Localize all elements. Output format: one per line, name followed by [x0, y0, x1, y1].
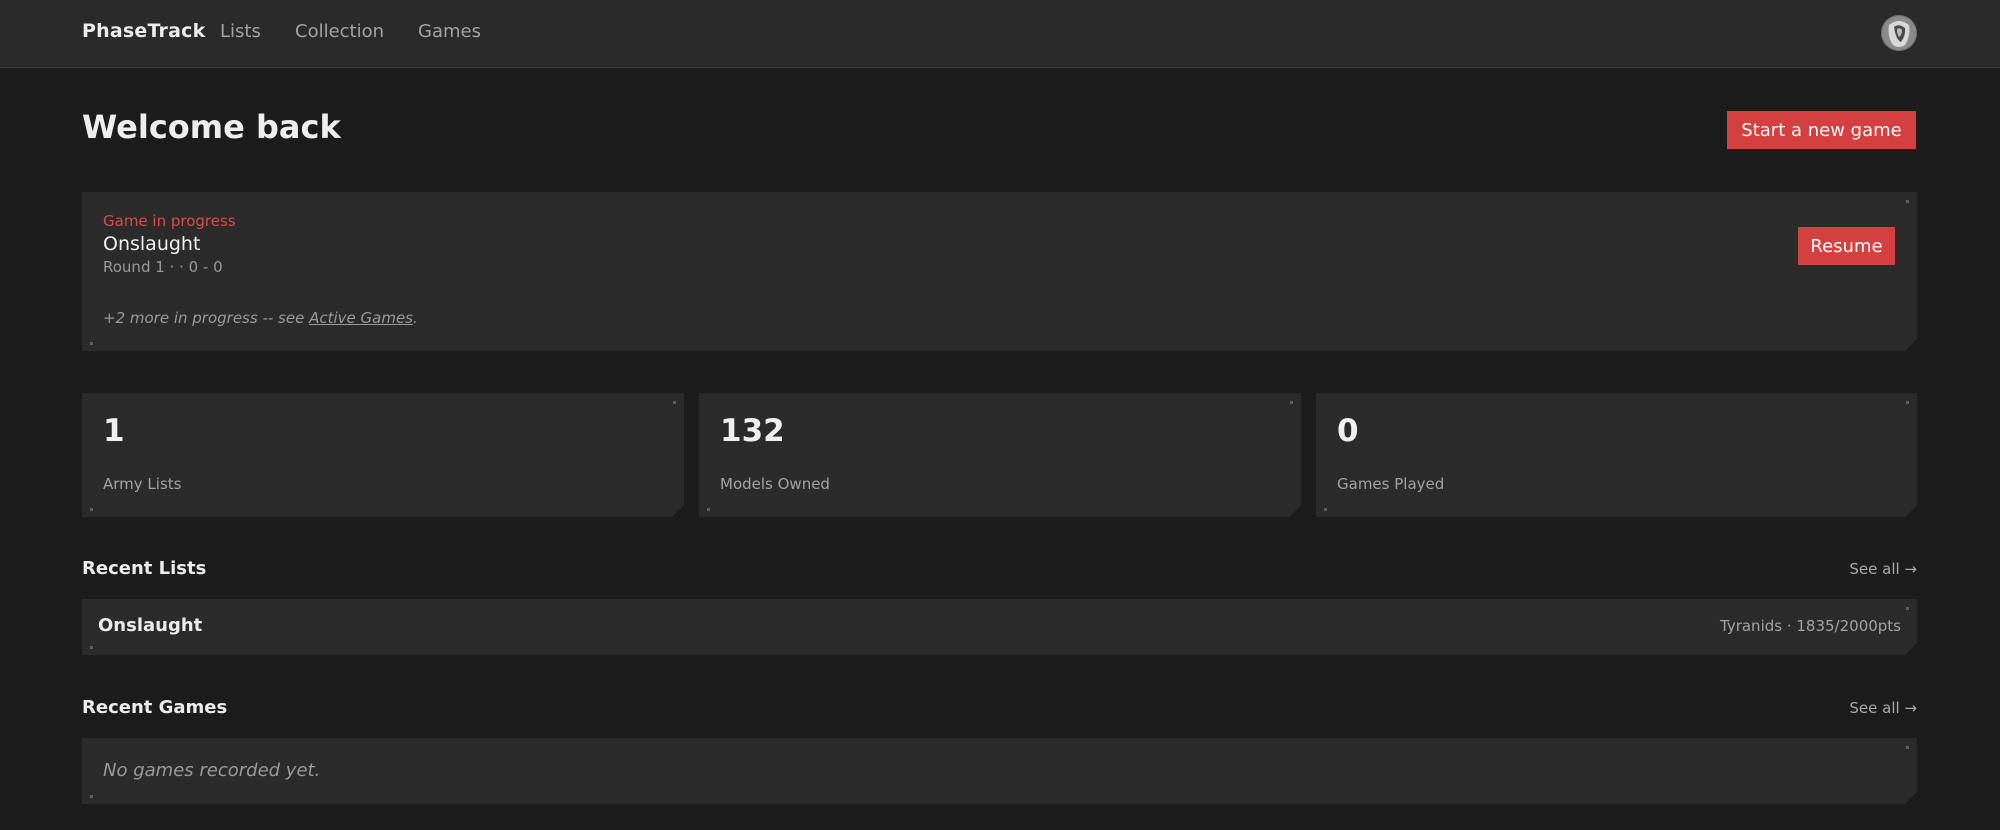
- game-title: Onslaught: [103, 233, 201, 255]
- start-new-game-button[interactable]: Start a new game: [1727, 111, 1916, 149]
- recent-games-see-all-link[interactable]: See all →: [1849, 699, 1917, 717]
- stat-card-army-lists[interactable]: 1 Army Lists: [82, 393, 684, 517]
- user-avatar[interactable]: [1881, 15, 1917, 51]
- card-corner-marker: [90, 795, 93, 798]
- recent-games-empty-card: No games recorded yet.: [82, 738, 1917, 804]
- more-in-progress-note: +2 more in progress -- see Active Games.: [103, 309, 418, 327]
- card-corner-marker: [90, 342, 93, 345]
- stat-card-models-owned[interactable]: 132 Models Owned: [699, 393, 1301, 517]
- card-corner-marker: [1906, 401, 1909, 404]
- stat-value: 0: [1337, 413, 1359, 449]
- card-corner-marker: [1906, 200, 1909, 203]
- top-nav: PhaseTrack Lists Collection Games: [0, 0, 2000, 68]
- recent-lists-heading: Recent Lists: [82, 558, 207, 579]
- list-name: Onslaught: [98, 615, 203, 636]
- stat-label: Games Played: [1337, 475, 1445, 493]
- nav-link-lists[interactable]: Lists: [220, 21, 261, 42]
- recent-lists-see-all-link[interactable]: See all →: [1849, 560, 1917, 578]
- stat-label: Models Owned: [720, 475, 830, 493]
- card-corner-marker: [90, 508, 93, 511]
- list-item[interactable]: Onslaught Tyranids · 1835/2000pts: [82, 599, 1917, 655]
- list-faction-points: Tyranids · 1835/2000pts: [1720, 617, 1901, 635]
- game-in-progress-card: Game in progress Onslaught Round 1 · · 0…: [82, 192, 1917, 351]
- card-corner-marker: [707, 508, 710, 511]
- recent-games-heading: Recent Games: [82, 697, 228, 718]
- stat-value: 1: [103, 413, 125, 449]
- card-corner-marker: [1324, 508, 1327, 511]
- resume-button[interactable]: Resume: [1798, 227, 1895, 265]
- card-corner-marker: [90, 646, 93, 649]
- nav-link-collection[interactable]: Collection: [295, 21, 384, 42]
- card-corner-marker: [1906, 607, 1909, 610]
- card-corner-marker: [1906, 746, 1909, 749]
- card-corner-marker: [1290, 401, 1293, 404]
- active-games-link[interactable]: Active Games: [309, 309, 413, 327]
- card-corner-marker: [673, 401, 676, 404]
- stat-value: 132: [720, 413, 785, 449]
- brand-logo[interactable]: PhaseTrack: [82, 20, 205, 42]
- empty-state-message: No games recorded yet.: [103, 760, 321, 781]
- stat-card-games-played[interactable]: 0 Games Played: [1316, 393, 1917, 517]
- nav-link-games[interactable]: Games: [418, 21, 481, 42]
- more-in-progress-suffix: .: [413, 309, 418, 327]
- page-title: Welcome back: [82, 108, 341, 146]
- game-in-progress-label: Game in progress: [103, 212, 236, 230]
- game-round-score: Round 1 · · 0 - 0: [103, 258, 223, 276]
- more-in-progress-prefix: +2 more in progress -- see: [103, 309, 310, 327]
- stat-label: Army Lists: [103, 475, 182, 493]
